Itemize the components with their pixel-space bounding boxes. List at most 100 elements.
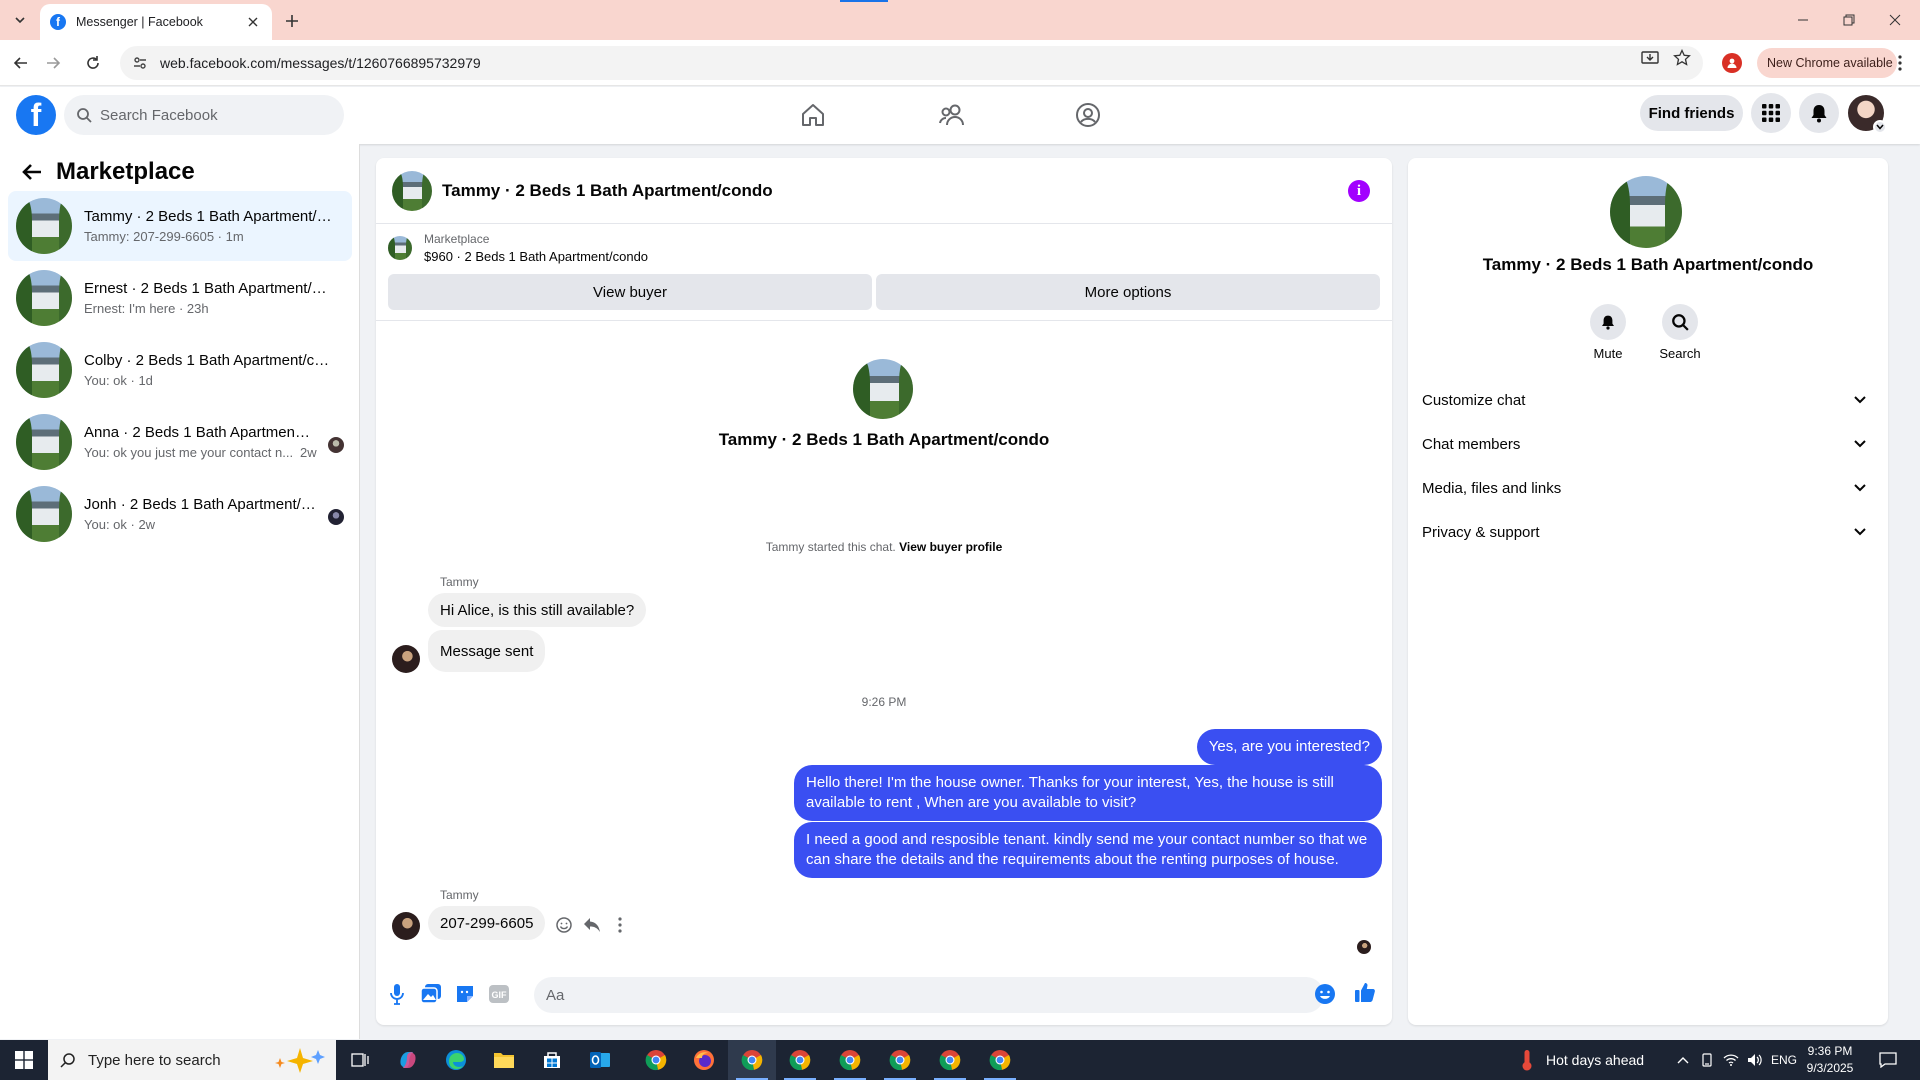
task-view-button[interactable] [336,1040,384,1080]
show-hidden-icons-button[interactable] [1672,1040,1694,1080]
outgoing-message[interactable]: Hello there! I'm the house owner. Thanks… [794,765,1382,821]
groups-nav-button[interactable] [1068,95,1108,135]
store-taskbar-icon[interactable] [528,1040,576,1080]
search-icon[interactable] [1662,304,1698,340]
chat-header-thumbnail[interactable] [392,170,432,211]
chrome-taskbar-icon[interactable] [826,1040,874,1080]
more-message-actions-button[interactable] [606,911,634,939]
outlook-taskbar-icon[interactable] [576,1040,624,1080]
incoming-message[interactable]: 207-299-6605 [428,906,546,940]
incoming-message[interactable]: Message sent [428,630,546,672]
sender-label: Tammy [440,888,479,902]
system-clock[interactable]: 9:36 PM 9/3/2025 [1800,1043,1860,1077]
sticker-button[interactable] [452,981,478,1007]
reply-button[interactable] [578,911,606,939]
arrow-right-icon [47,57,61,69]
menu-button[interactable] [1751,93,1791,133]
conversation-item[interactable]: Anna · 2 Beds 1 Bath Apartment/condo You… [8,407,352,477]
chrome-taskbar-icon[interactable] [976,1040,1024,1080]
chrome-menu-button[interactable] [1890,53,1910,73]
input-language[interactable]: ENG [1770,1040,1798,1080]
mute-action[interactable]: Mute [1578,304,1638,361]
minimize-button[interactable] [1780,0,1826,40]
chrome-update-chip[interactable]: New Chrome available [1757,48,1897,78]
conversation-info-button[interactable]: i [1348,180,1370,202]
install-app-button[interactable] [1640,48,1660,68]
message-input[interactable] [546,986,1246,1004]
notifications-button[interactable] [1799,93,1839,133]
facebook-search[interactable] [64,95,344,135]
search-in-conversation-action[interactable]: Search [1650,304,1710,361]
more-options-button[interactable]: More options [876,274,1380,310]
start-button[interactable] [0,1040,48,1080]
restore-button[interactable] [1826,0,1872,40]
incoming-message[interactable]: Hi Alice, is this still available? [428,593,647,627]
view-buyer-profile-link[interactable]: View buyer profile [899,540,1002,554]
profile-circle-icon [1076,103,1100,127]
view-buyer-button[interactable]: View buyer [388,274,872,310]
browser-tab-messenger[interactable]: f Messenger | Facebook [40,4,272,40]
media-files-links-row[interactable]: Media, files and links [1422,468,1874,508]
browser-tab-bar: f Messenger | Facebook [0,0,1920,40]
conversation-item[interactable]: Jonh · 2 Beds 1 Bath Apartment/condo You… [8,479,352,549]
read-receipt-avatar [1357,940,1371,954]
react-button[interactable] [550,911,578,939]
tab-search-button[interactable] [8,8,32,32]
outgoing-message[interactable]: Yes, are you interested? [1196,729,1382,765]
sender-avatar[interactable] [392,645,420,673]
bookmark-button[interactable] [1672,48,1692,68]
voice-clip-button[interactable] [384,981,410,1007]
facebook-favicon-icon: f [50,14,66,30]
friends-nav-button[interactable] [932,95,972,135]
profile-icon[interactable] [1722,53,1742,73]
chrome-taskbar-icon[interactable] [728,1040,776,1080]
conversation-item[interactable]: Colby · 2 Beds 1 Bath Apartment/condo Yo… [8,335,352,405]
firefox-taskbar-icon[interactable] [680,1040,728,1080]
taskbar-search[interactable]: Type here to search [48,1040,336,1080]
chrome-taskbar-icon[interactable] [926,1040,974,1080]
reload-button[interactable] [80,50,106,76]
customize-chat-row[interactable]: Customize chat [1422,380,1874,420]
search-icon [77,108,92,123]
facebook-search-input[interactable] [100,106,320,124]
bell-icon[interactable] [1590,304,1626,340]
send-like-button[interactable] [1352,979,1378,1005]
chat-members-row[interactable]: Chat members [1422,424,1874,464]
back-button[interactable] [8,50,34,76]
wifi-icon[interactable] [1720,1040,1742,1080]
privacy-support-row[interactable]: Privacy & support [1422,512,1874,552]
tab-close-button[interactable] [244,13,262,31]
plus-icon [286,15,298,27]
address-bar[interactable]: web.facebook.com/messages/t/126076689573… [120,46,1703,80]
weather-widget[interactable]: Hot days ahead [1520,1040,1644,1080]
back-to-messages-button[interactable] [16,156,48,188]
sender-avatar[interactable] [392,912,420,940]
chat-title[interactable]: Tammy · 2 Beds 1 Bath Apartment/condo [442,181,773,201]
home-nav-button[interactable] [793,95,833,135]
chevron-up-icon [1677,1057,1689,1064]
chrome-icon [989,1050,1011,1071]
conversation-item[interactable]: Ernest · 2 Beds 1 Bath Apartment/condo E… [8,263,352,333]
edge-taskbar-icon[interactable] [432,1040,480,1080]
new-tab-button[interactable] [280,9,304,33]
volume-icon[interactable] [1744,1040,1766,1080]
chrome-taskbar-icon[interactable] [632,1040,680,1080]
copilot-taskbar-icon[interactable] [384,1040,432,1080]
facebook-logo[interactable]: f [16,95,56,135]
file-explorer-taskbar-icon[interactable] [480,1040,528,1080]
chrome-taskbar-icon[interactable] [876,1040,924,1080]
outgoing-message[interactable]: I need a good and resposible tenant. kin… [794,822,1382,878]
meet-now-icon[interactable] [1696,1040,1718,1080]
forward-button[interactable] [40,50,66,76]
gif-button[interactable]: GIF [486,981,512,1007]
window-close-button[interactable] [1872,0,1918,40]
find-friends-button[interactable]: Find friends [1640,95,1743,131]
attach-photo-button[interactable] [418,981,444,1007]
listing-summary[interactable]: Marketplace $960 · 2 Beds 1 Bath Apartme… [388,232,648,264]
search-icon [60,1053,75,1068]
emoji-button[interactable] [1312,981,1338,1007]
conversation-item[interactable]: Tammy · 2 Beds 1 Bath Apartment/condo Ta… [8,191,352,261]
chrome-taskbar-icon[interactable] [776,1040,824,1080]
message-input-field[interactable] [534,977,1324,1013]
notification-center-button[interactable] [1868,1040,1908,1080]
